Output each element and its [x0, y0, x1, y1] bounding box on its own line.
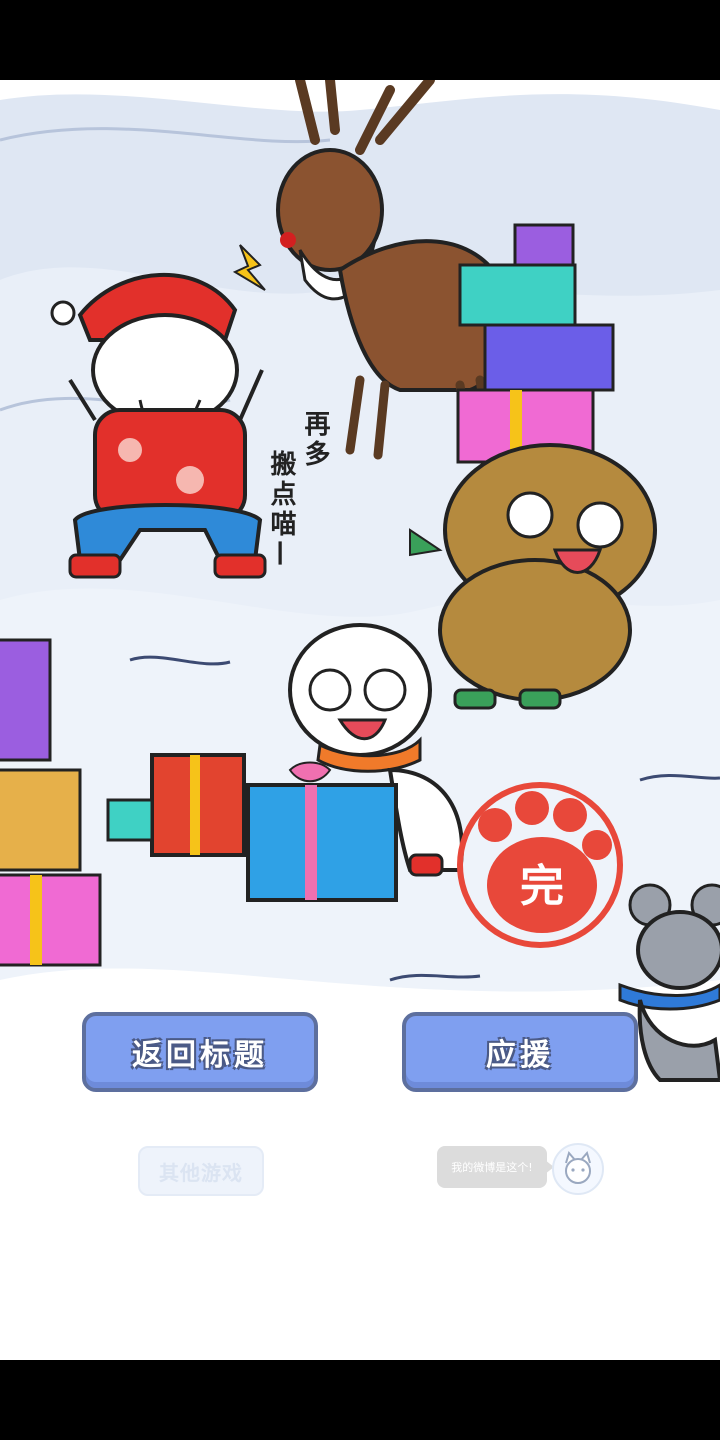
blue-gift-box — [246, 761, 398, 902]
game-scene: 再多 搬点喵— 完 返回标题 应援 其他游戏 我的微博是这个! — [0, 80, 720, 1360]
cheer-button[interactable]: 应援 — [402, 1012, 638, 1092]
speech-text-col1: 再多 — [300, 410, 330, 470]
back-to-title-button[interactable]: 返回标题 — [82, 1012, 318, 1092]
other-games-button[interactable]: 其他游戏 — [138, 1146, 264, 1196]
cat-avatar[interactable] — [552, 1143, 604, 1195]
speech-text-col2: 搬点喵— — [266, 450, 296, 570]
cat-face-icon — [565, 1150, 591, 1184]
scene-illustration — [0, 80, 720, 1360]
weibo-speech-bubble[interactable]: 我的微博是这个! — [437, 1146, 547, 1188]
stamp-label: 完 — [520, 861, 564, 912]
status-bar — [0, 0, 720, 80]
navigation-bar — [0, 1360, 720, 1440]
